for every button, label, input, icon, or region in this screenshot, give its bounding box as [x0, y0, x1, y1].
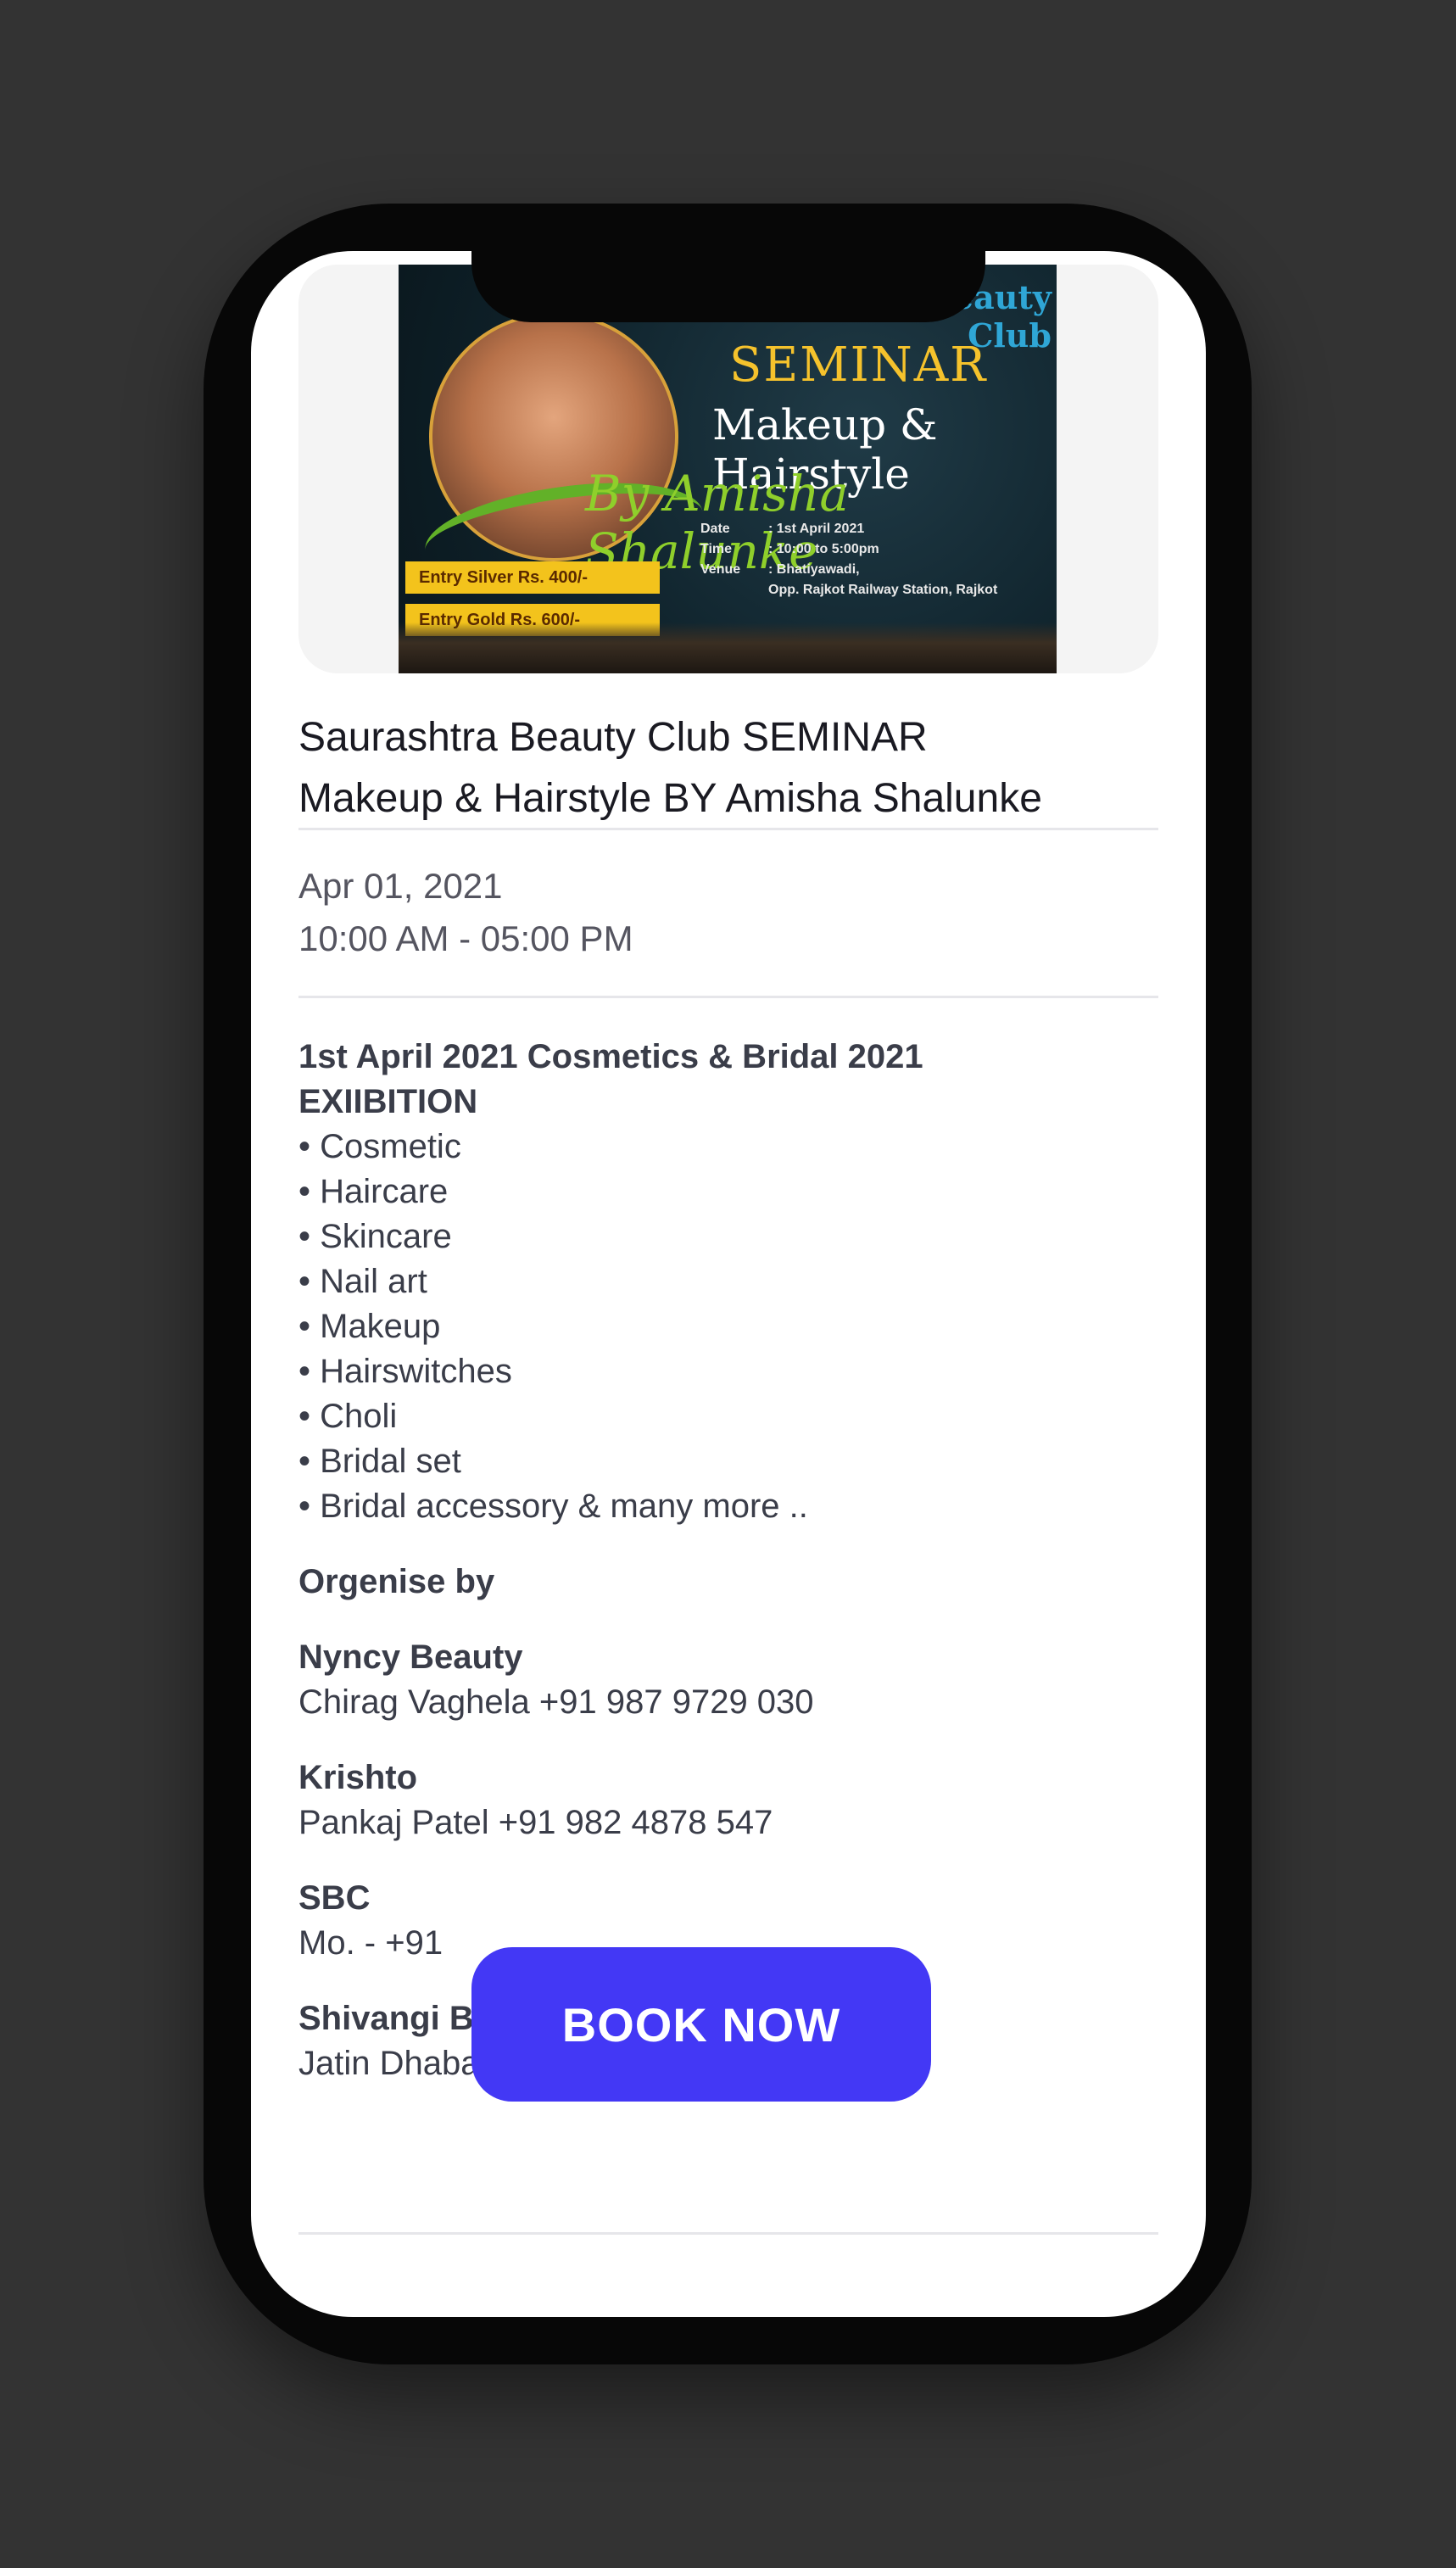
list-item: • Skincare: [298, 1218, 452, 1255]
organiser-name: SBC: [298, 1879, 371, 1917]
organiser-contact: Pankaj Patel +91 982 4878 547: [298, 1804, 773, 1841]
divider: [298, 828, 1158, 830]
list-item: • Nail art: [298, 1263, 427, 1300]
organiser-contact: Chirag Vaghela +91 987 9729 030: [298, 1683, 814, 1721]
description-heading-line2: EXIIBITION: [298, 1083, 478, 1120]
event-date: Apr 01, 2021: [298, 866, 503, 906]
list-item: • Haircare: [298, 1173, 449, 1210]
organiser-name: Nyncy Beauty: [298, 1638, 523, 1676]
list-item: • Choli: [298, 1398, 398, 1435]
event-title-line1: Saurashtra Beauty Club SEMINAR: [298, 715, 928, 760]
poster-seminar: SEMINAR: [729, 338, 988, 393]
poster-glitter: [399, 622, 1057, 673]
list-item: • Bridal set: [298, 1443, 461, 1480]
event-poster-image: Saurashtra Beauty Club SEMINAR Makeup & …: [399, 265, 1057, 673]
book-now-button[interactable]: BOOK NOW: [471, 1947, 931, 2102]
event-time: 10:00 AM - 05:00 PM: [298, 918, 633, 958]
list-item: • Makeup: [298, 1308, 441, 1345]
divider: [298, 2232, 1158, 2235]
list-item: • Hairswitches: [298, 1353, 512, 1390]
event-banner: Saurashtra Beauty Club SEMINAR Makeup & …: [298, 265, 1158, 673]
poster-entry-silver: Entry Silver Rs. 400/-: [405, 561, 660, 594]
event-title-line2: Makeup & Hairstyle BY Amisha Shalunke: [298, 776, 1042, 821]
list-item: • Bridal accessory & many more ..: [298, 1488, 808, 1525]
poster-info: Date: 1st April 2021 Time: 10:00 to 5:00…: [700, 522, 998, 597]
organiser-name: Krishto: [298, 1759, 417, 1796]
divider: [298, 996, 1158, 998]
organise-heading: Orgenise by: [298, 1563, 495, 1600]
app-screen: Saurashtra Beauty Club SEMINAR Makeup & …: [251, 251, 1206, 2317]
event-description: 1st April 2021 Cosmetics & Bridal 2021 E…: [298, 1035, 1158, 2086]
event-title: Saurashtra Beauty Club SEMINAR Makeup & …: [298, 707, 1163, 829]
event-datetime: Apr 01, 2021 10:00 AM - 05:00 PM: [298, 860, 633, 965]
list-item: • Cosmetic: [298, 1128, 461, 1165]
description-heading-line1: 1st April 2021 Cosmetics & Bridal 2021: [298, 1038, 923, 1075]
phone-notch: [471, 246, 985, 322]
